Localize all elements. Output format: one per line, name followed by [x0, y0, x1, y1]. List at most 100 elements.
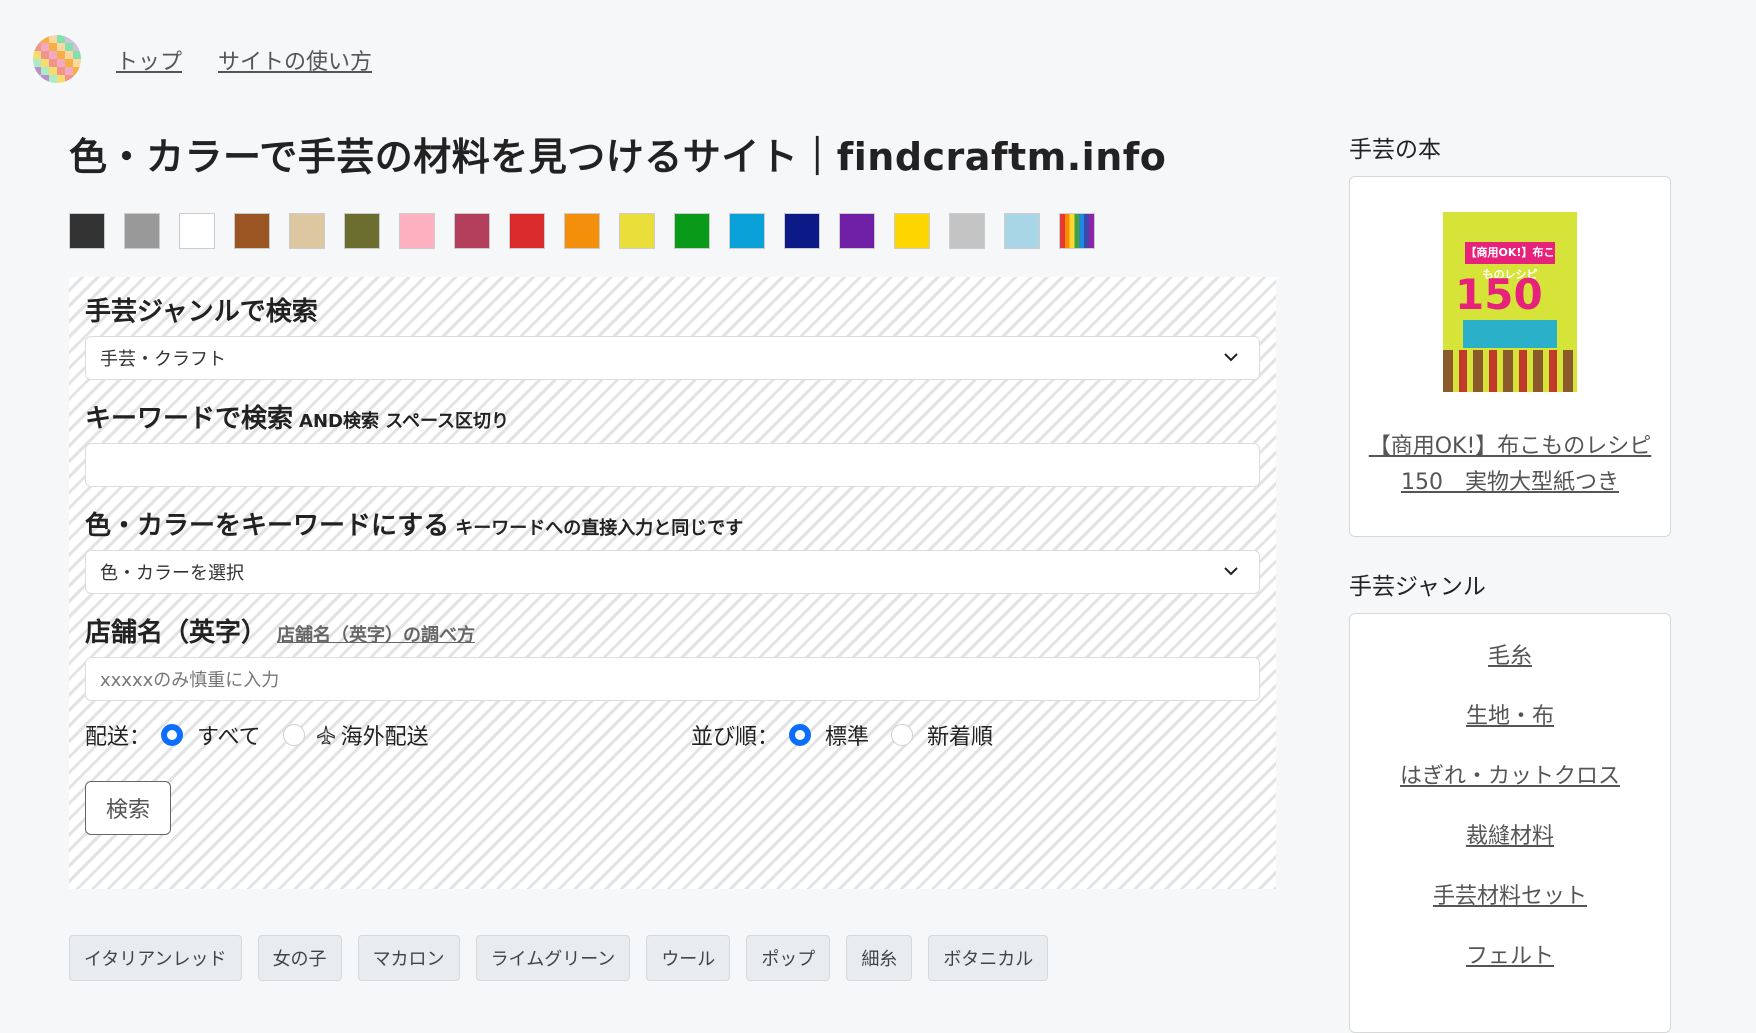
genre-link[interactable]: フェルト — [1350, 940, 1670, 974]
logo-tile — [57, 59, 65, 67]
color-swatch[interactable] — [894, 213, 930, 249]
genre-link[interactable]: 裁縫材料 — [1350, 820, 1670, 854]
nav-top-link[interactable]: トップ — [116, 44, 182, 76]
logo-tile — [65, 51, 73, 59]
logo-tile — [57, 35, 65, 43]
logo-tile — [49, 59, 57, 67]
logo-tile — [65, 43, 73, 51]
nav-howto-link[interactable]: サイトの使い方 — [218, 44, 372, 76]
color-label: 色・カラーをキーワードにする キーワードへの直接入力と同じです — [85, 505, 1260, 542]
color-swatch[interactable] — [509, 213, 545, 249]
shop-name-input[interactable]: xxxxxのみ慎重に入力 — [85, 657, 1260, 701]
main-content: 色・カラーで手芸の材料を見つけるサイト｜findcraftm.info 手芸ジャ… — [69, 120, 1276, 981]
shipping-all-radio[interactable] — [161, 724, 184, 746]
sort-new-radio[interactable] — [891, 724, 914, 746]
color-swatch[interactable] — [289, 213, 325, 249]
logo-tile — [41, 67, 49, 75]
keyword-tag[interactable]: イタリアンレッド — [69, 935, 242, 981]
shop-label: 店舗名（英字） 店舗名（英字）の調べ方 — [85, 612, 1260, 649]
shop-help-link[interactable]: 店舗名（英字）の調べ方 — [277, 625, 475, 646]
sort-standard-radio[interactable] — [789, 724, 812, 746]
logo-tile — [49, 75, 57, 83]
color-label-text: 色・カラーをキーワードにする — [85, 511, 450, 541]
color-swatch[interactable] — [344, 213, 380, 249]
page-title: 色・カラーで手芸の材料を見つけるサイト｜findcraftm.info — [69, 135, 1167, 179]
logo-tile — [65, 35, 73, 43]
logo-tile — [41, 43, 49, 51]
sidebar: 手芸の本 【商用OK!】布こものレシピ 150 【商用OK!】布こものレシピ 1… — [1349, 130, 1671, 1033]
book-link: 【商用OK!】布こものレシピ 150 実物大型紙つき — [1350, 429, 1670, 501]
keyword-input[interactable] — [85, 443, 1260, 487]
sort-standard-label[interactable]: 標準 — [825, 719, 869, 751]
genre-card: 毛糸生地・布はぎれ・カットクロス 裁縫材料手芸材料セット フェルト — [1349, 613, 1671, 1033]
genre-label-text: 手芸ジャンルで検索 — [85, 297, 318, 327]
genre-select[interactable]: 手芸・クラフト — [85, 336, 1260, 380]
book-title-link-line1[interactable]: 【商用OK!】布こものレシピ — [1369, 434, 1652, 459]
color-swatch[interactable] — [124, 213, 160, 249]
airplane-icon — [316, 725, 335, 745]
search-form: 手芸ジャンルで検索 手芸・クラフト キーワードで検索 AND検索 スペース区切り … — [69, 277, 1276, 889]
logo-tile — [73, 75, 81, 83]
book-cover-badge: 【商用OK!】布こものレシピ — [1465, 242, 1555, 281]
keyword-tag[interactable]: ポップ — [746, 935, 831, 981]
keyword-tag[interactable]: ウール — [646, 935, 731, 981]
genre-link[interactable]: 手芸材料セット — [1350, 880, 1670, 914]
keyword-tag[interactable]: マカロン — [357, 935, 460, 981]
chevron-down-icon — [1224, 567, 1238, 576]
color-select[interactable]: 色・カラーを選択 — [85, 550, 1260, 594]
logo-tile — [73, 59, 81, 67]
color-swatch[interactable] — [729, 213, 765, 249]
color-swatch[interactable] — [234, 213, 270, 249]
site-logo[interactable] — [33, 35, 81, 83]
color-swatch[interactable] — [69, 213, 105, 249]
genre-link[interactable]: はぎれ・カットクロス — [1350, 760, 1670, 794]
keyword-tag[interactable]: ボタニカル — [928, 935, 1049, 981]
book-cover-number: 150 — [1455, 270, 1543, 319]
top-nav: トップ サイトの使い方 — [116, 44, 372, 76]
shipping-overseas-radio[interactable] — [282, 724, 305, 746]
color-hint: キーワードへの直接入力と同じです — [455, 518, 744, 539]
color-swatch[interactable] — [454, 213, 490, 249]
keyword-tag[interactable]: 細糸 — [846, 935, 913, 981]
color-swatches — [69, 213, 1276, 249]
book-heading: 手芸の本 — [1349, 137, 1441, 163]
logo-tile — [49, 51, 57, 59]
options-row: 配送： すべて 海外配送 並び順： 標準 新着順 — [85, 719, 1260, 751]
sort-label: 並び順： — [691, 725, 780, 750]
color-swatch[interactable] — [619, 213, 655, 249]
logo-tile — [33, 67, 41, 75]
logo-tile — [65, 59, 73, 67]
keyword-label-text: キーワードで検索 — [85, 404, 294, 434]
shipping-overseas-label[interactable]: 海外配送 — [341, 719, 429, 751]
logo-tile — [33, 43, 41, 51]
search-button[interactable]: 検索 — [85, 781, 171, 835]
color-select-value: 色・カラーを選択 — [100, 563, 244, 584]
sort-new-label[interactable]: 新着順 — [927, 719, 993, 751]
logo-tile — [49, 43, 57, 51]
logo-tile — [57, 67, 65, 75]
logo-tile — [57, 51, 65, 59]
color-swatch[interactable] — [674, 213, 710, 249]
color-swatch[interactable] — [1059, 213, 1095, 249]
logo-tile — [41, 51, 49, 59]
color-swatch[interactable] — [784, 213, 820, 249]
color-swatch[interactable] — [1004, 213, 1040, 249]
color-swatch[interactable] — [179, 213, 215, 249]
book-cover-image[interactable]: 【商用OK!】布こものレシピ 150 — [1443, 212, 1577, 392]
tag-list: イタリアンレッド 女の子 マカロン ライムグリーン ウール ポップ 細糸 ボタニカル — [69, 935, 1276, 981]
keyword-tag[interactable]: 女の子 — [257, 935, 342, 981]
genre-link[interactable]: 毛糸 — [1350, 640, 1670, 674]
logo-tile — [65, 75, 73, 83]
genre-link[interactable]: 生地・布 — [1350, 700, 1670, 734]
book-title-link-line2[interactable]: 150 実物大型紙つき — [1401, 470, 1619, 495]
color-swatch[interactable] — [564, 213, 600, 249]
shipping-all-label[interactable]: すべて — [197, 719, 261, 751]
keyword-tag[interactable]: ライムグリーン — [475, 935, 631, 981]
logo-tile — [57, 43, 65, 51]
shipping-label: 配送： — [85, 725, 152, 750]
color-swatch[interactable] — [839, 213, 875, 249]
book-card: 【商用OK!】布こものレシピ 150 【商用OK!】布こものレシピ 150 実物… — [1349, 176, 1671, 537]
color-swatch[interactable] — [399, 213, 435, 249]
shop-label-text: 店舗名（英字） — [85, 618, 268, 648]
color-swatch[interactable] — [949, 213, 985, 249]
